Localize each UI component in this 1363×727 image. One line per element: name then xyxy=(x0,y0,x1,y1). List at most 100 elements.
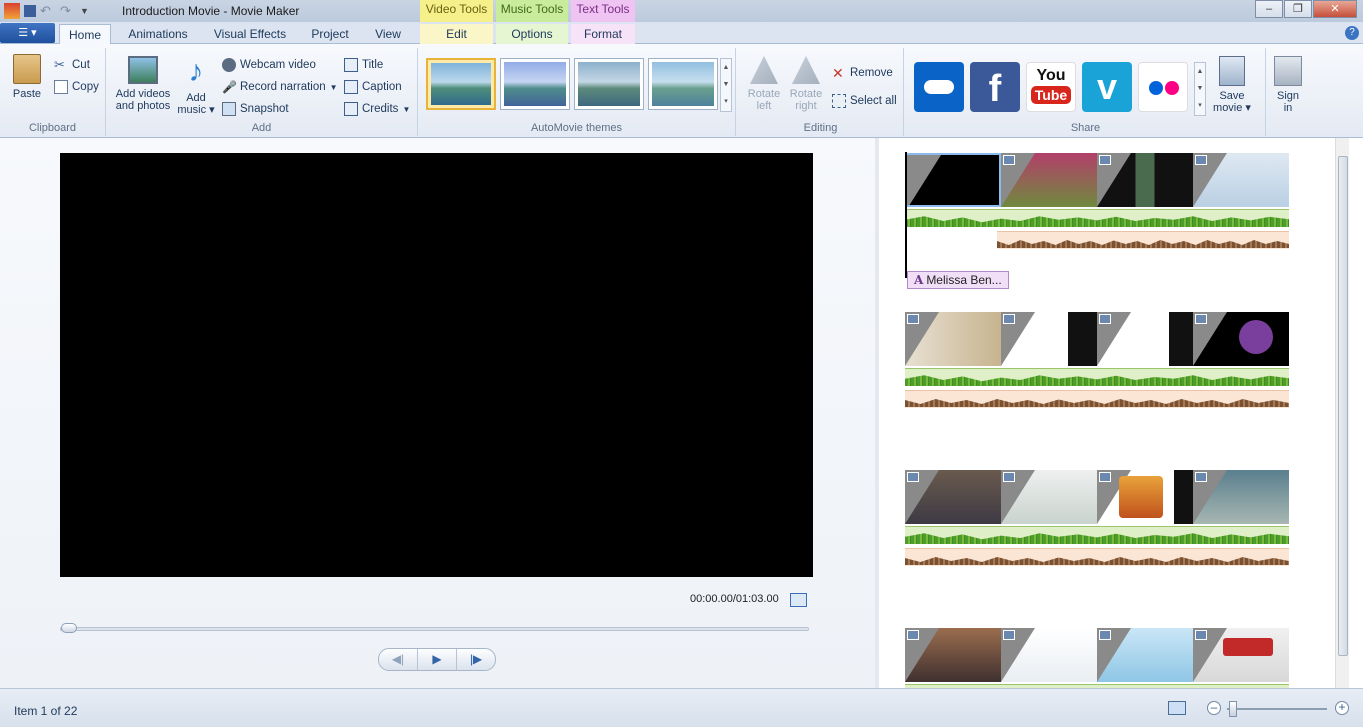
title-icon xyxy=(344,58,358,72)
copy-button[interactable]: Copy xyxy=(54,78,99,96)
fullscreen-preview-icon[interactable] xyxy=(790,593,807,607)
theme-cinematic[interactable] xyxy=(574,58,644,110)
tab-visual-effects[interactable]: Visual Effects xyxy=(208,24,292,44)
share-scroll[interactable]: ▲ ▼ ▾ xyxy=(1194,62,1206,116)
tab-animations[interactable]: Animations xyxy=(120,24,196,44)
theme-contemporary[interactable] xyxy=(500,58,570,110)
credits-button[interactable]: Credits ▼ xyxy=(344,100,410,118)
snapshot-button[interactable]: Snapshot xyxy=(222,100,289,118)
add-group-label: Add xyxy=(251,122,272,134)
minimize-button[interactable]: – xyxy=(1255,0,1283,18)
zoom-track[interactable] xyxy=(1227,708,1327,710)
theme-default[interactable] xyxy=(426,58,496,110)
ribbon-tabs: ☰ ▾ Home Animations Visual Effects Proje… xyxy=(0,22,1363,45)
clip-thumbnail[interactable] xyxy=(1193,312,1289,366)
theme-fade[interactable] xyxy=(648,58,718,110)
onedrive-icon[interactable] xyxy=(914,62,964,112)
title-button[interactable]: Title xyxy=(344,56,383,74)
clip-thumbnail[interactable] xyxy=(1001,470,1097,524)
clip-thumbnail[interactable] xyxy=(1097,312,1193,366)
music-track[interactable] xyxy=(905,209,1289,227)
music-track[interactable] xyxy=(905,368,1289,386)
clip-thumbnail[interactable] xyxy=(1193,153,1289,207)
flickr-icon[interactable] xyxy=(1138,62,1188,112)
clip-thumbnail[interactable] xyxy=(905,312,1001,366)
next-frame-button[interactable]: |▶ xyxy=(457,649,495,670)
tab-view[interactable]: View xyxy=(366,24,410,44)
paste-button[interactable]: Paste xyxy=(8,54,46,100)
cut-button[interactable]: ✂ Cut xyxy=(54,56,90,74)
tab-project[interactable]: Project xyxy=(303,24,357,44)
help-icon[interactable]: ? xyxy=(1345,26,1359,40)
clip-thumbnail[interactable] xyxy=(1097,153,1193,207)
zoom-in-icon[interactable]: + xyxy=(1335,701,1349,715)
add-videos-photos-button[interactable]: Add videos and photos xyxy=(112,56,174,112)
clip-thumbnail[interactable] xyxy=(1001,153,1097,207)
rotate-right-button[interactable]: Rotate right xyxy=(786,56,826,112)
status-bar: Item 1 of 22 – + xyxy=(0,688,1363,727)
copy-label: Copy xyxy=(72,81,99,93)
storyboard-view-icon[interactable] xyxy=(1168,701,1186,715)
youtube-icon[interactable]: You Tube xyxy=(1026,62,1076,112)
editing-group: Rotate left Rotate right ✕ Remove Select… xyxy=(738,48,904,136)
seek-handle[interactable] xyxy=(61,623,77,633)
play-button[interactable]: ▶ xyxy=(418,649,457,670)
select-all-button[interactable]: Select all xyxy=(832,92,897,110)
tab-home[interactable]: Home xyxy=(59,24,111,45)
file-menu-button[interactable]: ☰ ▾ xyxy=(0,23,55,43)
clip-thumbnail[interactable] xyxy=(1193,628,1289,682)
app-icon[interactable] xyxy=(4,3,20,19)
customize-qat-icon[interactable]: ▼ xyxy=(80,3,96,19)
zoom-slider[interactable] xyxy=(1229,701,1237,717)
add-music-button[interactable]: ♪ Add music ▾ xyxy=(176,56,216,117)
close-button[interactable]: ✕ xyxy=(1313,0,1357,18)
context-text-tools: Text Tools xyxy=(571,0,635,22)
tab-format[interactable]: Format xyxy=(571,24,635,44)
clip-thumbnail[interactable] xyxy=(1001,312,1097,366)
previous-frame-button[interactable]: ◀| xyxy=(379,649,418,670)
rotate-left-button[interactable]: Rotate left xyxy=(744,56,784,112)
clip-thumbnail[interactable] xyxy=(1097,628,1193,682)
sign-in-label-1: Sign xyxy=(1276,90,1300,102)
webcam-video-button[interactable]: Webcam video xyxy=(222,56,316,74)
tab-edit[interactable]: Edit xyxy=(420,24,493,44)
clip-thumbnail[interactable] xyxy=(905,470,1001,524)
zoom-out-icon[interactable]: – xyxy=(1207,701,1221,715)
clip-thumbnail[interactable] xyxy=(905,153,1001,207)
sign-in-button[interactable]: Sign in xyxy=(1268,56,1308,114)
storyboard-scrollbar[interactable] xyxy=(1335,138,1349,688)
redo-icon[interactable]: ↷ xyxy=(60,3,76,19)
music-track[interactable] xyxy=(905,526,1289,544)
narration-track[interactable] xyxy=(905,548,1289,566)
undo-icon[interactable]: ↶ xyxy=(40,3,56,19)
clipboard-group-label: Clipboard xyxy=(28,122,77,134)
narration-track[interactable] xyxy=(905,390,1289,408)
copy-icon xyxy=(54,80,68,94)
select-all-icon xyxy=(832,94,846,108)
remove-button[interactable]: ✕ Remove xyxy=(832,64,893,82)
video-preview[interactable] xyxy=(60,153,813,577)
caption-button[interactable]: Caption xyxy=(344,78,402,96)
seek-bar[interactable] xyxy=(60,623,809,633)
clip-thumbnail[interactable] xyxy=(905,628,1001,682)
themes-scroll[interactable]: ▲ ▼ ▾ xyxy=(720,58,732,112)
tab-options[interactable]: Options xyxy=(496,24,568,44)
save-movie-button[interactable]: Save movie ▾ xyxy=(1212,56,1252,114)
save-icon[interactable] xyxy=(24,5,36,17)
narration-track[interactable] xyxy=(997,231,1289,249)
remove-icon: ✕ xyxy=(832,65,844,81)
rotate-left-label-1: Rotate xyxy=(747,88,781,100)
playhead[interactable] xyxy=(905,152,907,278)
clip-thumbnail[interactable] xyxy=(1001,628,1097,682)
scrollbar-thumb[interactable] xyxy=(1338,156,1348,656)
chevron-down-icon: ▼ xyxy=(329,82,338,92)
clip-thumbnail[interactable] xyxy=(1193,470,1289,524)
vimeo-icon[interactable]: v xyxy=(1082,62,1132,112)
add-videos-label-1: Add videos xyxy=(115,88,171,100)
record-narration-button[interactable]: 🎤 Record narration ▼ xyxy=(222,78,338,96)
share-group-label: Share xyxy=(1070,122,1101,134)
clip-thumbnail[interactable] xyxy=(1097,470,1193,524)
caption-clip[interactable]: A Melissa Ben... xyxy=(907,271,1009,289)
facebook-icon[interactable]: f xyxy=(970,62,1020,112)
maximize-button[interactable]: ❐ xyxy=(1284,0,1312,18)
